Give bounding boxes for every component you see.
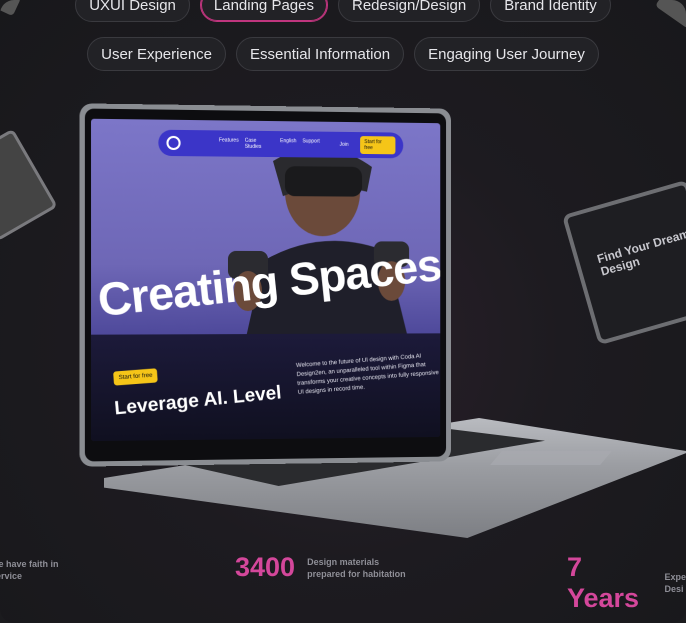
laptop-screen: Features Case Studies English Support Jo… [91, 118, 441, 442]
nav-cta-button[interactable]: Start for free [360, 136, 396, 155]
stat-label-years: Expe Desi [664, 571, 686, 595]
site-nav-links: Features Case Studies English Support [219, 137, 320, 150]
tag-uxui-design[interactable]: UXUI Design [75, 0, 190, 22]
stat-label-line-1: Design materials [307, 556, 380, 567]
laptop-lid: Features Case Studies English Support Jo… [79, 103, 451, 467]
showcase-frame: UXUI Design Landing Pages Redesign/Desig… [0, 0, 686, 623]
stat-design-materials: 3400 Design materials prepared for habit… [235, 552, 406, 583]
tag-row-2: User Experience Essential Information En… [0, 37, 686, 71]
nav-english[interactable]: English [280, 138, 296, 150]
nav-features[interactable]: Features [219, 137, 239, 149]
stat-label-years-line-1: Expe [664, 572, 686, 582]
nav-support[interactable]: Support [302, 138, 319, 150]
stat-label-design-materials: Design materials prepared for habitation [307, 556, 406, 580]
stat-years: 7 Years Expe Desi [567, 552, 686, 614]
side-device-headline: Find Your Dream Design [595, 226, 686, 279]
site-logo-icon[interactable] [166, 135, 181, 151]
nav-case-studies[interactable]: Case Studies [245, 138, 274, 150]
stat-label-years-line-2: Desi [664, 584, 684, 594]
tag-row-1: UXUI Design Landing Pages Redesign/Desig… [0, 0, 686, 22]
laptop-bezel: Features Case Studies English Support Jo… [84, 108, 447, 462]
stat-number-years: 7 Years [567, 552, 640, 613]
tag-engaging-user-journey[interactable]: Engaging User Journey [414, 37, 599, 71]
tag-user-experience[interactable]: User Experience [87, 37, 227, 71]
tag-landing-pages[interactable]: Landing Pages [199, 0, 328, 22]
site-navbar: Features Case Studies English Support Jo… [158, 129, 404, 159]
side-device-right: Find Your Dream Design [561, 179, 686, 346]
tag-redesign[interactable]: Redesign/Design [337, 0, 481, 22]
side-device-left [0, 128, 58, 242]
nav-join[interactable]: Join [340, 142, 349, 148]
tag-essential-information[interactable]: Essential Information [236, 37, 405, 71]
stat-label-line-2: prepared for habitation [307, 568, 406, 579]
stat-number-3400: 3400 [235, 552, 296, 582]
laptop-trackpad [490, 451, 612, 465]
tag-brand-identity[interactable]: Brand Identity [490, 0, 611, 22]
stat-left-label: le have faith in ervice [0, 559, 59, 581]
